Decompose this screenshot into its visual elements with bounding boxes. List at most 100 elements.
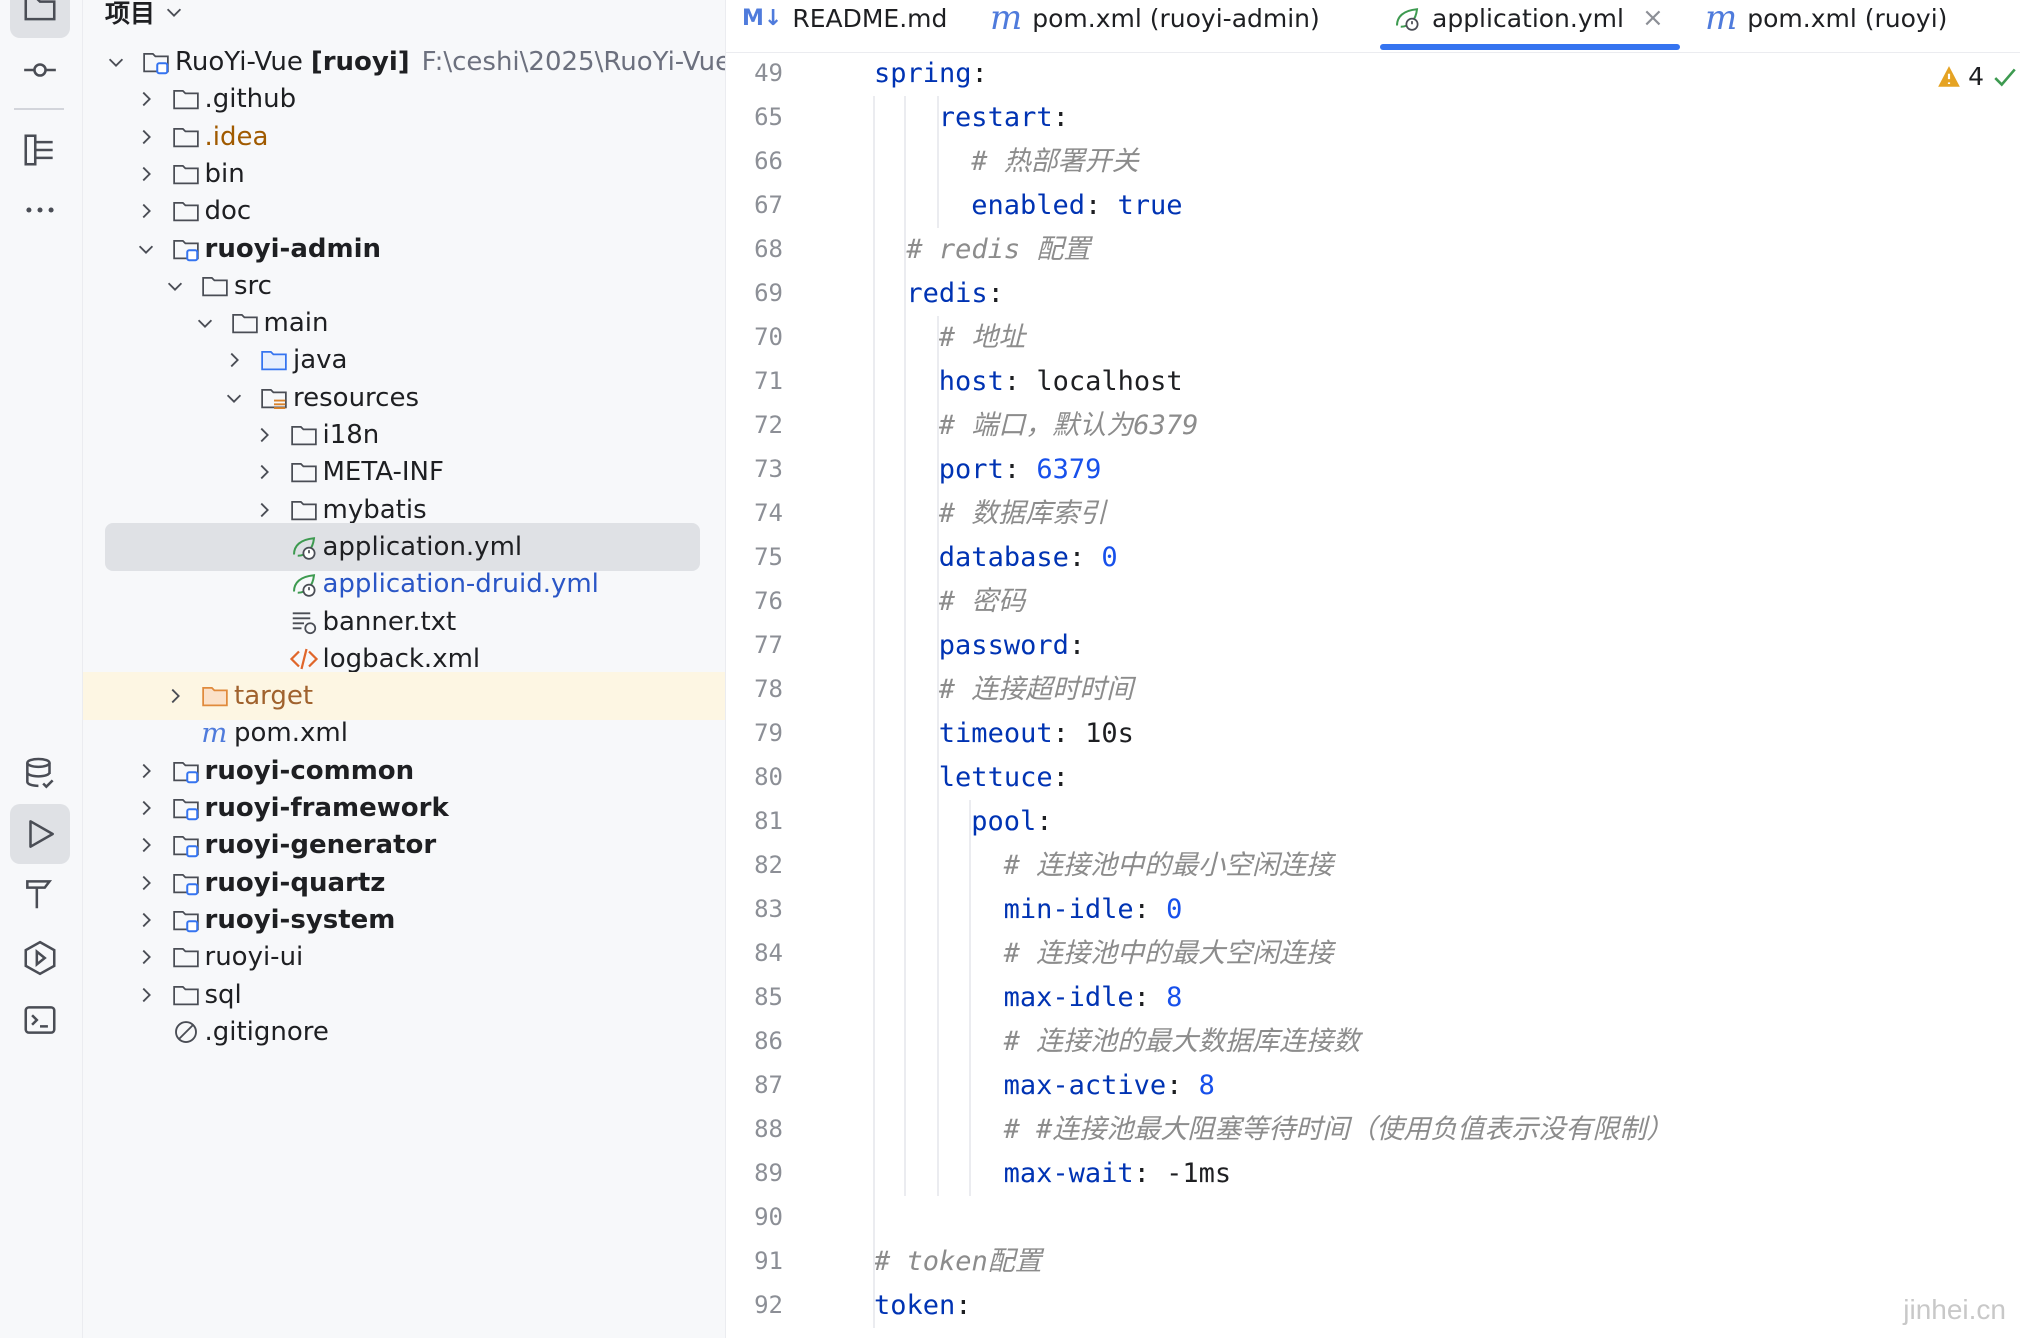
tree-item-label: ruoyi-common <box>204 755 415 786</box>
editor-area: M↓ README.md m pom.xml (ruoyi-admin) applica… <box>726 0 2020 1338</box>
chevron-right-icon[interactable] <box>164 685 186 707</box>
chevron-down-icon[interactable] <box>223 387 245 409</box>
chevron-right-icon[interactable] <box>253 461 275 483</box>
maven-icon: m <box>990 0 1023 38</box>
project-panel-title: 项目 <box>105 0 156 28</box>
chevron-right-icon[interactable] <box>135 126 157 148</box>
commit-tool-button[interactable] <box>10 40 70 100</box>
yaml-key: pool <box>971 806 1037 837</box>
code-line: enabled: true <box>971 184 1182 228</box>
editor-tab[interactable]: m pom.xml (ruoyi-admin) <box>990 0 1320 46</box>
line-number: 89 <box>754 1159 783 1187</box>
code-line: # 连接池的最大数据库连接数 <box>1004 1020 1361 1064</box>
code-line: min-idle: 0 <box>1004 888 1183 932</box>
ignore-file-icon <box>174 1020 197 1043</box>
yaml-key: port <box>938 454 1004 485</box>
tree-item[interactable]: .gitignore <box>105 1008 700 1056</box>
code-line: max-wait: -1ms <box>1004 1152 1232 1196</box>
line-number: 88 <box>754 1115 783 1143</box>
code-token: : 10s <box>1052 718 1134 749</box>
maven-icon: m <box>1705 0 1738 38</box>
warning-icon <box>1938 65 1960 87</box>
chevron-right-icon[interactable] <box>223 349 245 371</box>
tree-item-label: ruoyi-system <box>204 904 396 935</box>
chevron-down-icon[interactable] <box>164 275 186 297</box>
chevron-right-icon[interactable] <box>135 163 157 185</box>
chevron-right-icon[interactable] <box>135 946 157 968</box>
line-number: 72 <box>754 411 783 439</box>
folder-icon <box>24 0 56 21</box>
chevron-right-icon[interactable] <box>135 760 157 782</box>
chevron-right-icon[interactable] <box>135 872 157 894</box>
structure-icon <box>24 134 53 166</box>
project-panel-header[interactable]: 项目 <box>105 0 185 32</box>
module-icon <box>143 53 169 75</box>
toolbar-divider <box>14 108 64 110</box>
svg-text:m: m <box>201 718 227 748</box>
close-tab-icon[interactable]: × <box>1642 3 1664 33</box>
code-token: true <box>1117 190 1183 221</box>
editor-tab[interactable]: M↓ README.md <box>742 0 947 46</box>
tree-item-label: sql <box>204 979 242 1010</box>
chevron-right-icon[interactable] <box>135 797 157 819</box>
folder-icon <box>172 164 199 185</box>
editor-tab[interactable]: application.yml × <box>1392 0 1664 46</box>
more-tools-button[interactable] <box>10 180 70 240</box>
project-panel: 项目 RuoYi-Vue [ruoyi] F:\ceshi\2025\RuoYi-V… <box>83 0 726 1338</box>
editor-tab[interactable]: m pom.xml (ruoyi) <box>1705 0 1947 46</box>
chevron-right-icon[interactable] <box>135 909 157 931</box>
code-line: max-active: 8 <box>1004 1064 1215 1108</box>
yaml-key: timeout <box>938 718 1053 749</box>
code-comment: # #连接池最大阻塞等待时间（使用负值表示没有限制） <box>1003 1114 1674 1145</box>
activity-bar <box>0 0 83 1338</box>
code-line: # 密码 <box>939 580 1026 624</box>
code-token: : <box>1036 806 1053 837</box>
database-tool-button[interactable] <box>10 744 70 804</box>
chevron-down-icon[interactable] <box>194 312 216 334</box>
line-number: 87 <box>754 1071 783 1099</box>
code-line: host: localhost <box>939 360 1183 404</box>
build-tool-button[interactable] <box>10 864 70 924</box>
module-icon <box>172 799 199 821</box>
services-tool-button[interactable] <box>10 928 70 988</box>
yaml-key: spring <box>874 58 972 89</box>
line-number: 49 <box>754 59 783 87</box>
code-token: : <box>1068 542 1102 573</box>
chevron-right-icon[interactable] <box>135 200 157 222</box>
project-tool-button[interactable] <box>10 0 70 38</box>
terminal-tool-button[interactable] <box>10 990 70 1050</box>
tree-item-label: ruoyi-framework <box>204 793 449 823</box>
tree-item-label: mybatis <box>322 494 427 525</box>
code-comment: # redis 配置 <box>906 234 1091 265</box>
tree-item-label: logback.xml <box>322 643 481 674</box>
run-tool-button[interactable] <box>10 804 70 864</box>
chevron-right-icon[interactable] <box>135 984 157 1006</box>
excluded-folder-icon <box>202 687 228 707</box>
structure-tool-button[interactable] <box>10 120 70 180</box>
code-line: # 连接超时时间 <box>939 668 1134 712</box>
watermark: jinhei.cn <box>1903 1294 2006 1325</box>
line-number: 91 <box>754 1247 783 1275</box>
module-icon <box>172 836 199 858</box>
tree-item-label: RuoYi-Vue <box>175 47 303 77</box>
text-file-icon <box>292 611 316 634</box>
folder-icon <box>172 127 199 147</box>
chevron-down-icon[interactable] <box>135 238 157 260</box>
spring-yaml-icon <box>292 574 315 597</box>
code-comment: # 数据库索引 <box>938 498 1107 529</box>
tree-item-label: i18n <box>322 420 380 450</box>
code-comment: # 端口，默认为6379 <box>938 410 1199 441</box>
chevron-right-icon[interactable] <box>253 499 275 521</box>
chevron-right-icon[interactable] <box>135 834 157 856</box>
code-token: : <box>1052 762 1069 793</box>
inspection-widget[interactable]: 4 <box>1936 62 2020 91</box>
chevron-right-icon[interactable] <box>253 424 275 446</box>
line-number: 81 <box>754 807 783 835</box>
module-icon <box>172 239 199 261</box>
line-number: 80 <box>754 763 783 791</box>
indent-guide <box>969 800 972 1196</box>
code-line: # 数据库索引 <box>939 492 1107 536</box>
chevron-down-icon[interactable] <box>105 51 127 73</box>
chevron-right-icon[interactable] <box>135 88 157 110</box>
tree-item-label: resources <box>293 382 420 413</box>
